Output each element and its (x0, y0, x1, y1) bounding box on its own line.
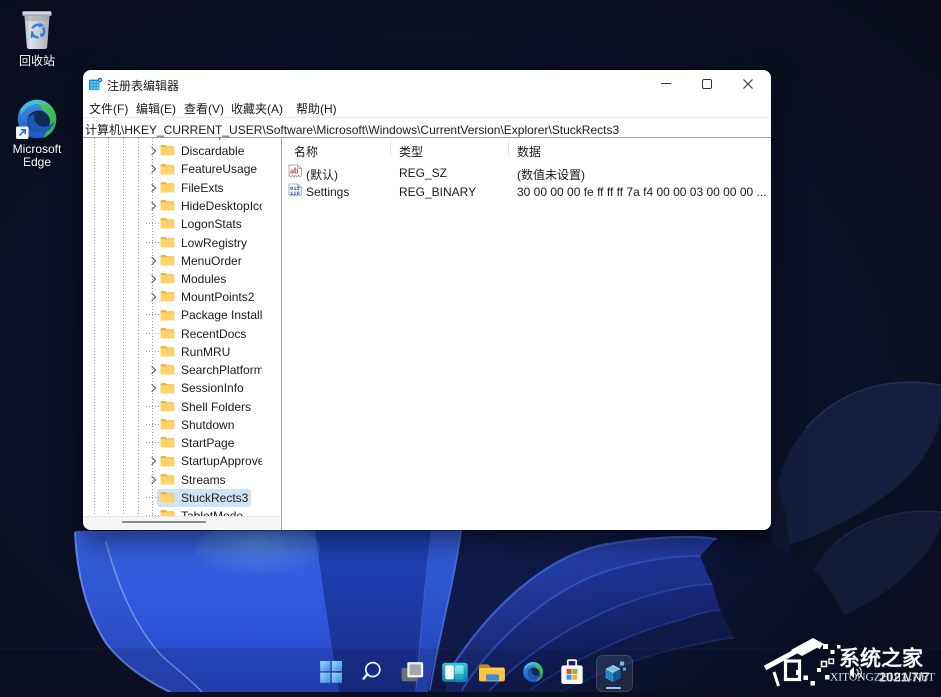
svg-text:110: 110 (290, 191, 300, 197)
svg-text:2021/7/7: 2021/7/7 (879, 670, 930, 685)
svg-text:ab: ab (290, 167, 299, 176)
svg-text:系统之家: 系统之家 (839, 647, 924, 671)
